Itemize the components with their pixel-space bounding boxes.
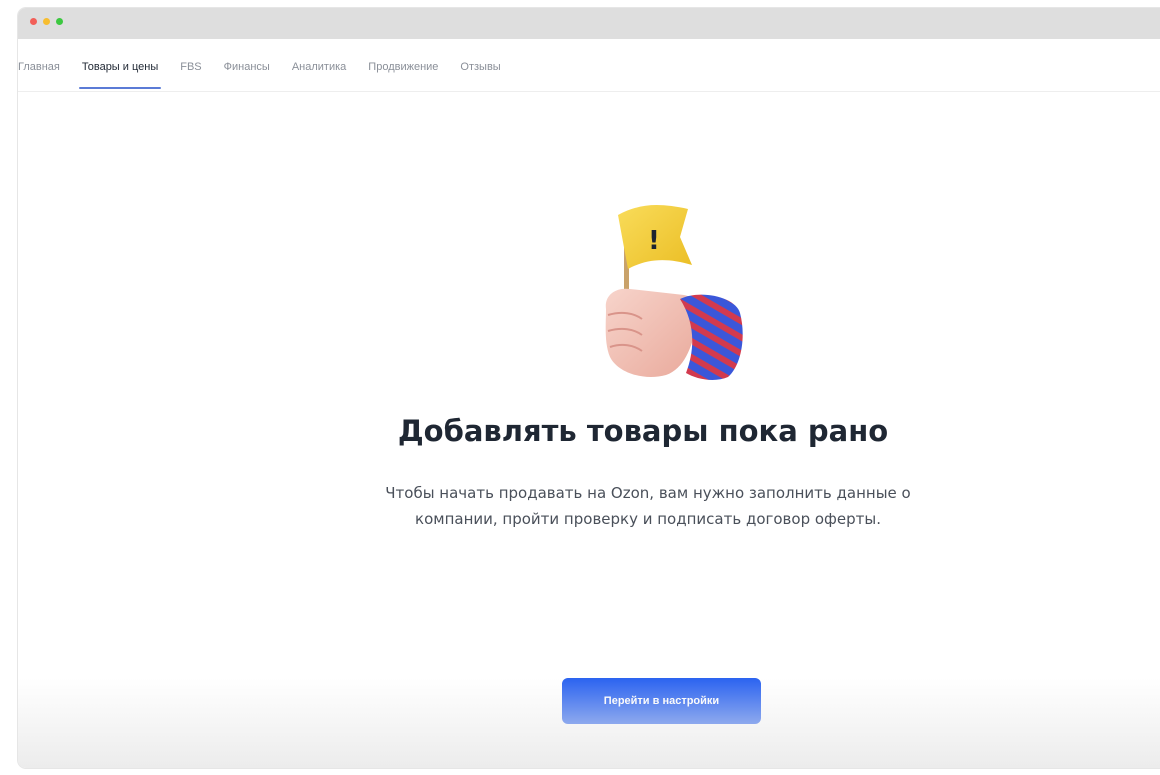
tab-reviews[interactable]: Отзывы: [460, 61, 500, 73]
maximize-window-button[interactable]: [56, 18, 63, 25]
empty-state-description: Чтобы начать продавать на Ozon, вам нужн…: [385, 484, 911, 528]
tab-main[interactable]: Главная: [18, 61, 60, 73]
page: Главная Товары и цены FBS Финансы Аналит…: [0, 0, 1160, 775]
empty-state: ! Добавлять товары пока рано Чтобы начат…: [18, 92, 1160, 768]
browser-window: Главная Товары и цены FBS Финансы Аналит…: [18, 8, 1160, 768]
close-window-button[interactable]: [30, 18, 37, 25]
main-nav: Главная Товары и цены FBS Финансы Аналит…: [18, 39, 1160, 92]
minimize-window-button[interactable]: [43, 18, 50, 25]
tab-products-and-prices[interactable]: Товары и цены: [78, 61, 162, 89]
title-bar: [18, 8, 1160, 39]
hand-with-flag-icon: !: [605, 205, 743, 380]
warning-mark: !: [648, 226, 660, 256]
go-to-settings-button[interactable]: Перейти в настройки: [562, 678, 761, 724]
window-controls: [30, 18, 63, 25]
empty-state-title: Добавлять товары пока рано: [397, 414, 889, 448]
tab-fbs[interactable]: FBS: [180, 61, 201, 73]
tab-promotion[interactable]: Продвижение: [368, 61, 438, 73]
tab-finance[interactable]: Финансы: [224, 61, 270, 73]
tab-analytics[interactable]: Аналитика: [292, 61, 346, 73]
